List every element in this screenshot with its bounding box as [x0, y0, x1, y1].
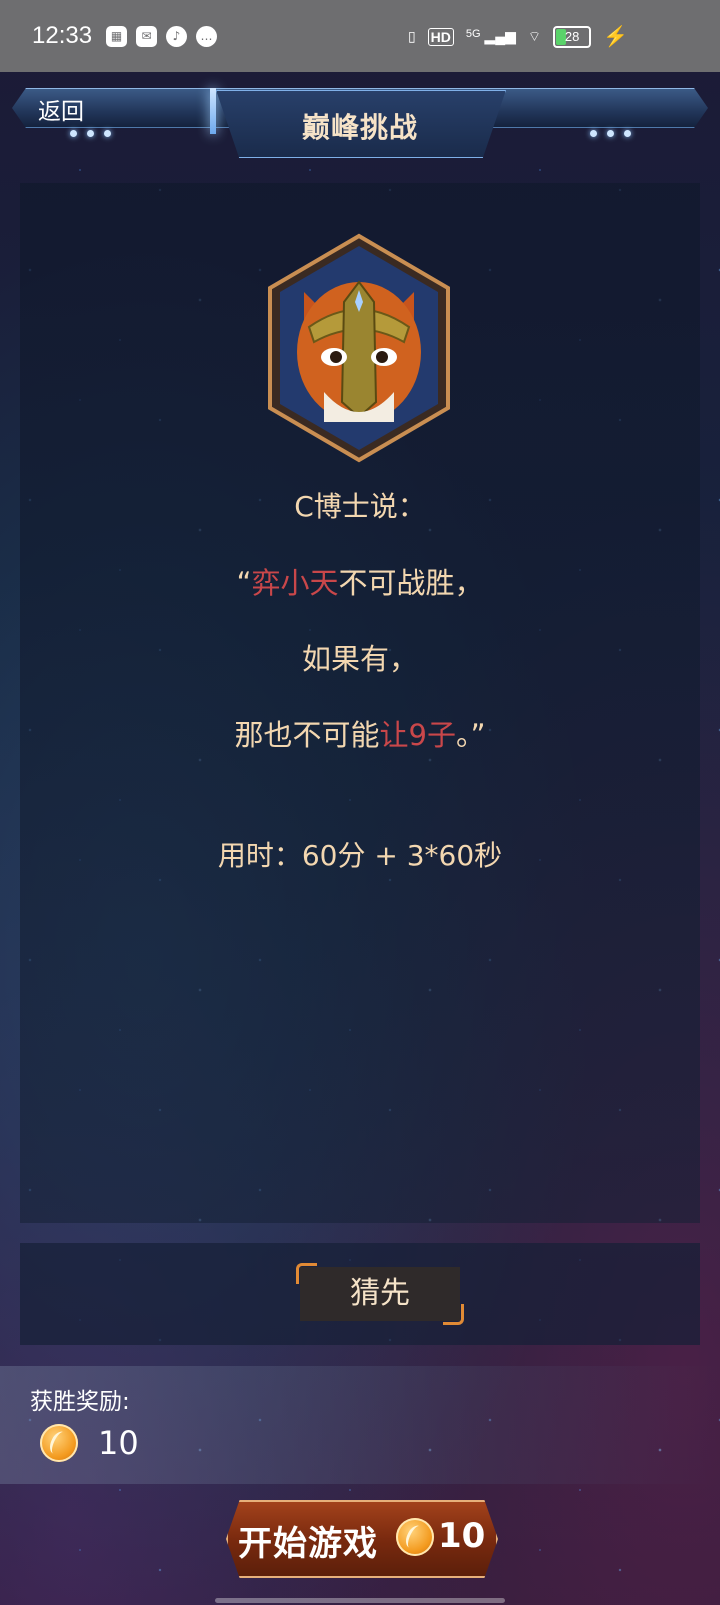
- quote-line-3-suffix: 。”: [455, 718, 486, 752]
- start-game-label: 开始游戏: [238, 1524, 378, 1564]
- guess-first-label: 猜先: [350, 1276, 410, 1311]
- charging-icon: ⚡: [603, 26, 628, 48]
- guess-first-button[interactable]: 猜先: [296, 1263, 464, 1325]
- quote-open-mark: “: [236, 566, 252, 600]
- quote-line-1-text: 不可战胜，: [338, 566, 484, 600]
- start-game-button[interactable]: 开始游戏 10: [226, 1500, 498, 1578]
- notification-icons: ▦ ✉ ♪ …: [106, 26, 217, 47]
- home-indicator[interactable]: [215, 1598, 505, 1603]
- coin-icon: [40, 1424, 78, 1462]
- app-notification-icon: ▦: [106, 26, 127, 47]
- masked-fox-portrait: [268, 233, 450, 463]
- top-header: 返回 巅峰挑战: [0, 82, 720, 162]
- system-indicators: ▯ HD 5G ▂▄▆ ⌔ 28 ⚡: [408, 24, 628, 49]
- status-bar: 12:33 ▦ ✉ ♪ … ▯ HD 5G ▂▄▆ ⌔ 28 ⚡: [0, 0, 720, 72]
- hd-badge: HD: [427, 27, 454, 46]
- battery-level: 28: [564, 28, 580, 44]
- victory-reward-section: 获胜奖励: 10: [0, 1366, 720, 1484]
- signal-type: 5G: [465, 28, 481, 40]
- quote-line-1: “弈小天不可战胜，: [0, 560, 720, 602]
- quote-line-2: 如果有，: [301, 642, 418, 676]
- quote-highlight-name: 弈小天: [251, 566, 339, 600]
- quote-highlight-handicap: 让9子: [379, 718, 456, 752]
- quote-line-3: 那也不可能让9子。”: [0, 712, 720, 754]
- time-control-text: 用时：60分 + 3*60秒: [217, 839, 503, 872]
- coin-icon: [396, 1518, 434, 1556]
- vibrate-icon: ▯: [407, 28, 416, 44]
- chat-bubble-icon: …: [196, 26, 217, 47]
- button-corner-decoration: [296, 1263, 317, 1284]
- audio-app-icon: ♪: [166, 26, 187, 47]
- guess-panel: 猜先: [20, 1243, 700, 1345]
- cellular-signal: 5G ▂▄▆: [465, 28, 516, 44]
- speaker-label: C博士说：: [294, 490, 426, 523]
- button-corner-decoration: [443, 1304, 464, 1325]
- page-title: 巅峰挑战: [301, 111, 418, 144]
- quote-line-3-prefix: 那也不可能: [234, 718, 380, 752]
- status-time: 12:33: [32, 22, 93, 49]
- message-app-icon: ✉: [136, 26, 157, 47]
- battery-indicator: 28: [553, 25, 592, 48]
- start-game-cost: 10: [438, 1516, 486, 1556]
- opponent-avatar: [264, 232, 454, 464]
- reward-amount: 10: [98, 1424, 139, 1462]
- wifi-icon: ⌔: [527, 27, 542, 44]
- reward-label: 获胜奖励:: [30, 1389, 130, 1415]
